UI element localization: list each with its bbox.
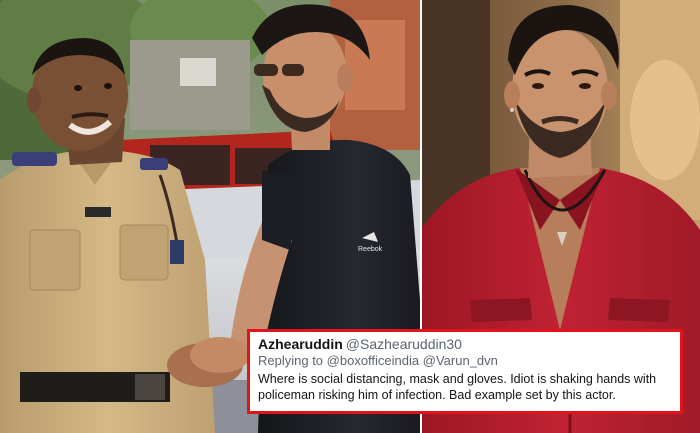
reebok-logo: Reebok [358, 246, 383, 253]
tweet-author-handle[interactable]: @Sazhearuddin30 [346, 336, 462, 352]
tweet-author-name[interactable]: Azhearuddin [258, 336, 343, 352]
tweet-card: Azhearuddin @Sazhearuddin30 Replying to @… [247, 329, 683, 414]
reply-mention-boxofficeindia[interactable]: @boxofficeindia [327, 353, 419, 368]
tweet-text: Where is social distancing, mask and glo… [258, 372, 657, 402]
tweet-reply-line: Replying to @boxofficeindia @Varun_dvn [258, 353, 672, 369]
reply-prefix: Replying to [258, 353, 324, 368]
reply-mention-varun[interactable]: @Varun_dvn [423, 353, 498, 368]
photo-collage: Reebok Azhearuddin @Sazhearuddin30 Reply… [0, 0, 700, 433]
tweet-header: Azhearuddin @Sazhearuddin30 [258, 336, 672, 353]
